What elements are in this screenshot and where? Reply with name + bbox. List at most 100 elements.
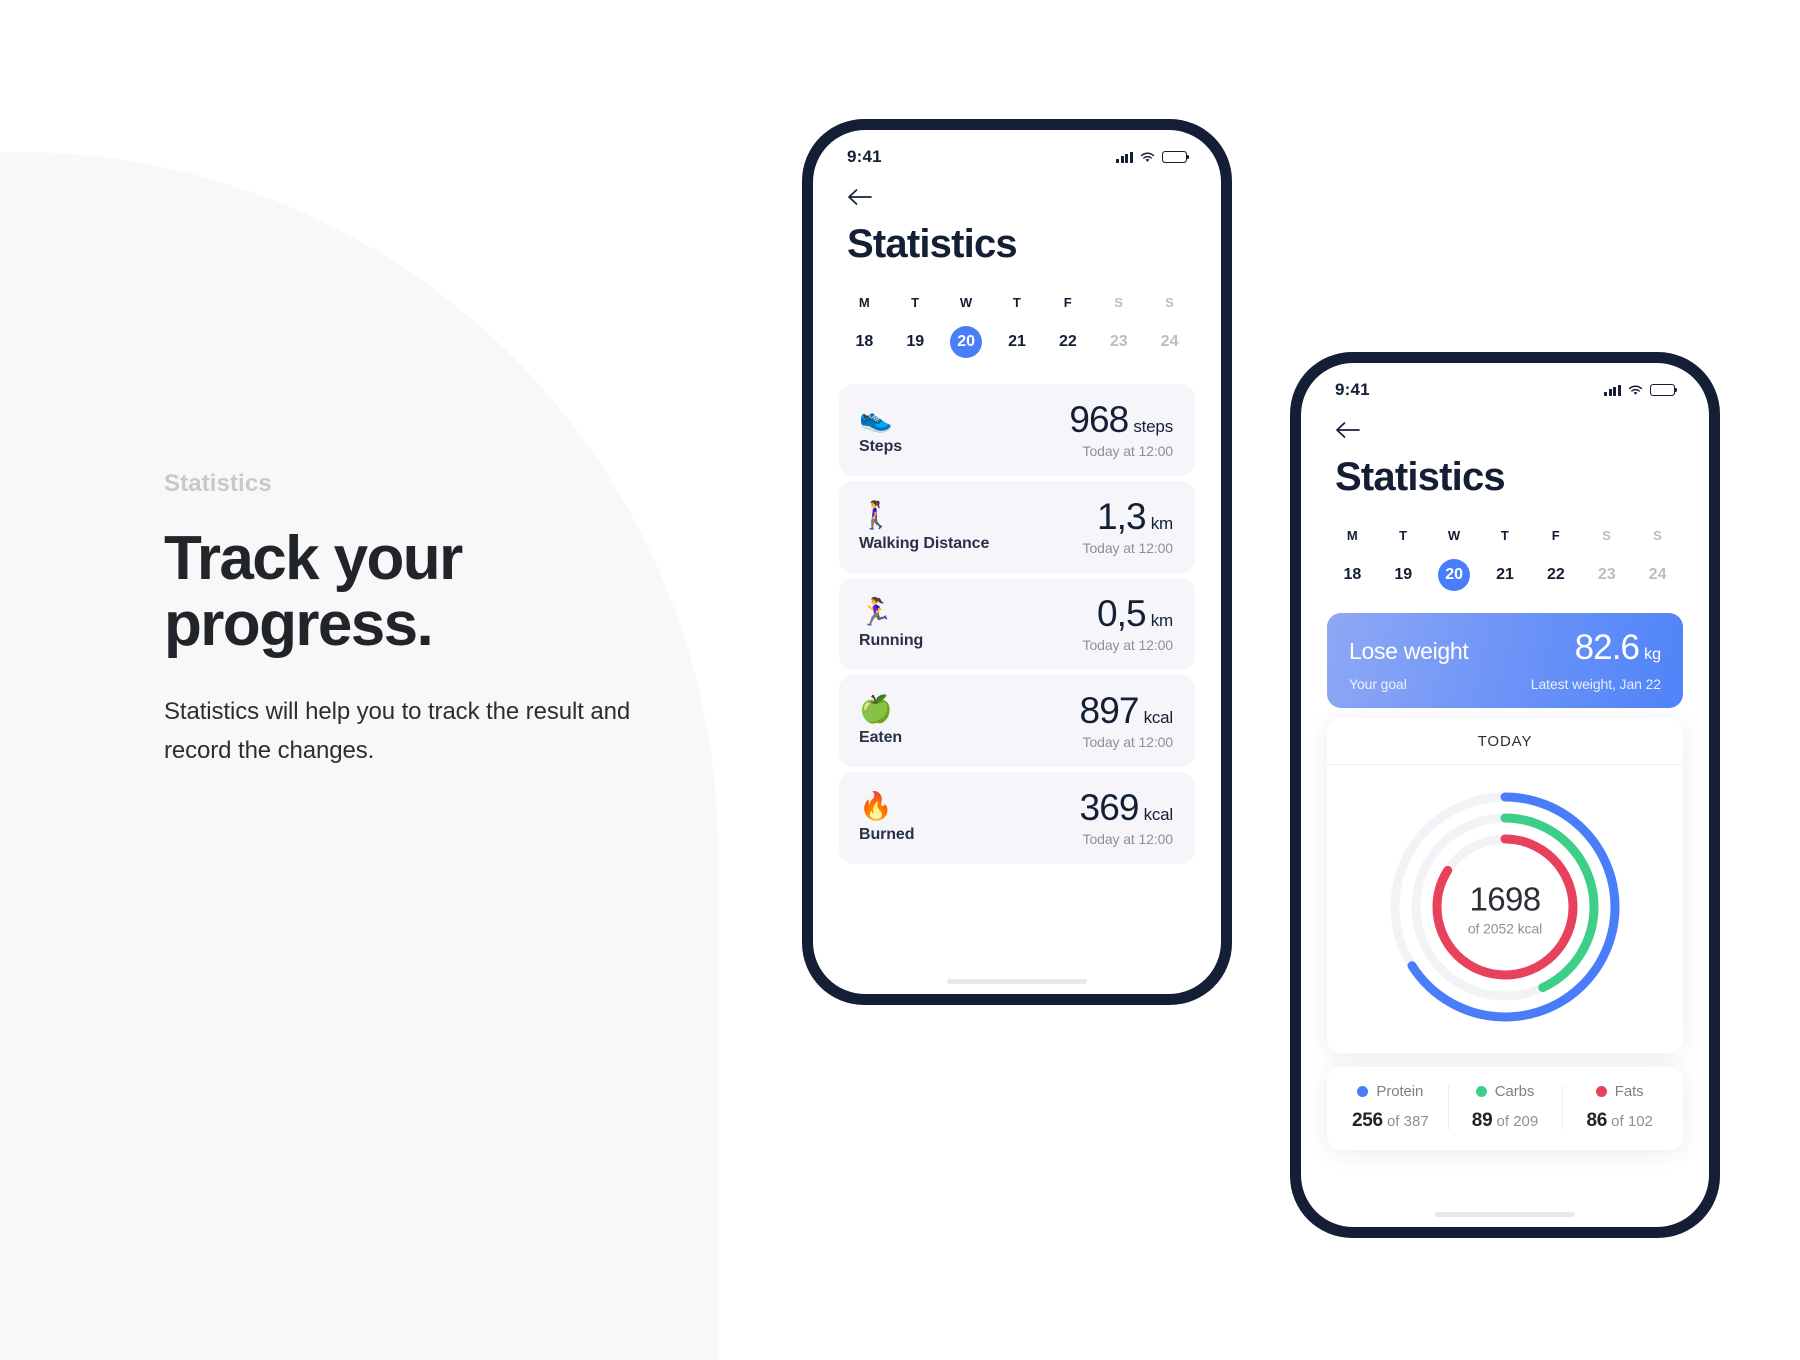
- day-cell-18[interactable]: M 18: [839, 295, 890, 358]
- day-number: 20: [950, 326, 983, 358]
- fire-icon: 🔥: [859, 790, 893, 821]
- macro-target-value: of 387: [1382, 1113, 1429, 1130]
- day-cell-18[interactable]: M 18: [1327, 528, 1378, 591]
- day-letter: T: [911, 295, 920, 310]
- day-cell-23[interactable]: S 23: [1093, 295, 1144, 358]
- stat-label: Walking Distance: [859, 534, 990, 552]
- day-cell-22[interactable]: F 22: [1530, 528, 1581, 591]
- macro-target-value: of 102: [1607, 1113, 1653, 1130]
- stat-value-row: 1,3 km: [1097, 498, 1173, 535]
- day-letter: F: [1063, 295, 1072, 310]
- stat-value: 968: [1069, 399, 1129, 440]
- stat-timestamp: Today at 12:00: [1082, 734, 1174, 750]
- day-letter: S: [1165, 295, 1175, 310]
- phone-two-screen: 9:41 Statistics M 18 T 19 W 20 T 21 F 22 S 23 S 24 Lo…: [1301, 363, 1709, 1227]
- running-person-icon: 🏃‍♀️: [859, 596, 893, 627]
- arrow-left-icon[interactable]: [1335, 419, 1361, 441]
- back-button-row[interactable]: [813, 174, 1221, 208]
- latest-weight-unit: kg: [1644, 646, 1661, 663]
- day-cell-23[interactable]: S 23: [1581, 528, 1632, 591]
- stat-row-right: 968 steps Today at 12:00: [1069, 401, 1173, 459]
- macro-values: 89 of 209: [1448, 1110, 1563, 1132]
- day-letter: T: [1399, 528, 1408, 543]
- macro-header: Carbs: [1448, 1083, 1563, 1100]
- legend-dot-icon: [1357, 1086, 1369, 1097]
- home-indicator: [947, 979, 1087, 984]
- goal-title: Lose weight: [1349, 638, 1469, 664]
- stat-timestamp: Today at 12:00: [1082, 831, 1174, 847]
- day-number: 22: [1546, 566, 1565, 583]
- status-bar: 9:41: [1301, 363, 1709, 407]
- stat-label: Steps: [859, 437, 903, 455]
- day-letter: W: [1447, 528, 1461, 543]
- stat-unit: kcal: [1143, 708, 1174, 727]
- macro-column-protein: Protein 256 of 387: [1333, 1083, 1448, 1132]
- green-apple-icon: 🍏: [859, 693, 893, 724]
- day-cell-22[interactable]: F 22: [1042, 295, 1093, 358]
- day-cell-24[interactable]: S 24: [1144, 295, 1195, 358]
- day-cell-20[interactable]: W 20: [1429, 528, 1480, 591]
- macro-header: Fats: [1562, 1083, 1677, 1100]
- macro-values: 256 of 387: [1333, 1110, 1448, 1132]
- stat-unit: kcal: [1143, 805, 1174, 824]
- day-cell-21[interactable]: T 21: [1480, 528, 1531, 591]
- day-number: 18: [1343, 566, 1362, 583]
- macro-column-carbs: Carbs 89 of 209: [1447, 1083, 1563, 1132]
- stat-value-row: 0,5 km: [1097, 595, 1173, 632]
- screen-title: Statistics: [847, 222, 1018, 266]
- status-bar: 9:41: [813, 130, 1221, 174]
- arrow-left-icon[interactable]: [847, 186, 873, 208]
- week-day-selector: M 18 T 19 W 20 T 21 F 22 S 23 S 24: [813, 267, 1221, 358]
- battery-full-icon: [1650, 384, 1678, 396]
- stat-value: 369: [1079, 787, 1140, 828]
- stat-row-left: 👟 Steps: [859, 404, 903, 456]
- stat-row-right: 369 kcal Today at 12:00: [1079, 787, 1174, 847]
- day-letter: W: [959, 295, 973, 310]
- page-title: Track your progress.: [164, 524, 634, 660]
- macro-target-value: of 209: [1492, 1113, 1539, 1130]
- phone-mockup-steps: 9:41 Statistics M 18 T 19 W 20 T 21 F 22 S 23 S 24 👟 S…: [802, 119, 1232, 1005]
- status-bar-time: 9:41: [1335, 380, 1370, 399]
- stat-value: 1,3: [1096, 496, 1147, 537]
- macro-name: Carbs: [1494, 1083, 1535, 1100]
- headline-line-2: progress.: [164, 590, 434, 660]
- stat-label: Eaten: [859, 728, 903, 746]
- stat-row[interactable]: 🏃‍♀️ Running 0,5 km Today at 12:00: [839, 578, 1195, 670]
- macro-name: Fats: [1614, 1083, 1644, 1100]
- macro-values: 86 of 102: [1562, 1110, 1677, 1132]
- goal-card-bottom-row: Your goal Latest weight, Jan 22: [1349, 676, 1661, 692]
- stat-row[interactable]: 🍏 Eaten 897 kcal Today at 12:00: [839, 675, 1195, 767]
- day-letter: S: [1114, 295, 1124, 310]
- macro-legend-card: Protein 256 of 387 Carbs 89 of 209 Fats 86 of…: [1327, 1067, 1683, 1150]
- stat-value-row: 369 kcal: [1079, 787, 1174, 828]
- day-cell-20[interactable]: W 20: [941, 295, 992, 358]
- stats-list: 👟 Steps 968 steps Today at 12:00 🚶‍♀️ Walking …: [813, 358, 1221, 864]
- stat-row[interactable]: 👟 Steps 968 steps Today at 12:00: [839, 384, 1195, 476]
- status-bar-icons: [1115, 151, 1190, 163]
- macro-header: Protein: [1333, 1083, 1448, 1100]
- day-cell-19[interactable]: T 19: [890, 295, 941, 358]
- screen-title: Statistics: [1335, 455, 1506, 499]
- week-day-selector: M 18 T 19 W 20 T 21 F 22 S 23 S 24: [1301, 500, 1709, 591]
- weight-goal-card[interactable]: Lose weight 82.6 kg Your goal Latest wei…: [1327, 613, 1683, 708]
- status-bar-icons: [1603, 384, 1678, 396]
- promo-copy-block: Statistics Track your progress. Statisti…: [164, 470, 634, 770]
- stat-row-left: 🏃‍♀️ Running: [859, 596, 923, 650]
- day-cell-21[interactable]: T 21: [992, 295, 1043, 358]
- day-cell-24[interactable]: S 24: [1632, 528, 1683, 591]
- day-cell-19[interactable]: T 19: [1378, 528, 1429, 591]
- macro-current-value: 256: [1351, 1110, 1383, 1131]
- day-letter: S: [1602, 528, 1612, 543]
- headline-line-1: Track your: [164, 524, 463, 593]
- stat-row[interactable]: 🚶‍♀️ Walking Distance 1,3 km Today at 12:00: [839, 481, 1195, 573]
- back-button-row[interactable]: [1301, 407, 1709, 441]
- latest-weight-value-row: 82.6 kg: [1575, 630, 1661, 665]
- stat-row[interactable]: 🔥 Burned 369 kcal Today at 12:00: [839, 772, 1195, 864]
- stat-label: Burned: [859, 825, 915, 843]
- macro-name: Protein: [1376, 1083, 1424, 1100]
- status-bar-time: 9:41: [847, 147, 882, 166]
- day-number: 19: [1394, 566, 1413, 583]
- day-letter: M: [858, 295, 870, 310]
- stat-value-row: 897 kcal: [1080, 692, 1174, 729]
- day-letter: S: [1653, 528, 1663, 543]
